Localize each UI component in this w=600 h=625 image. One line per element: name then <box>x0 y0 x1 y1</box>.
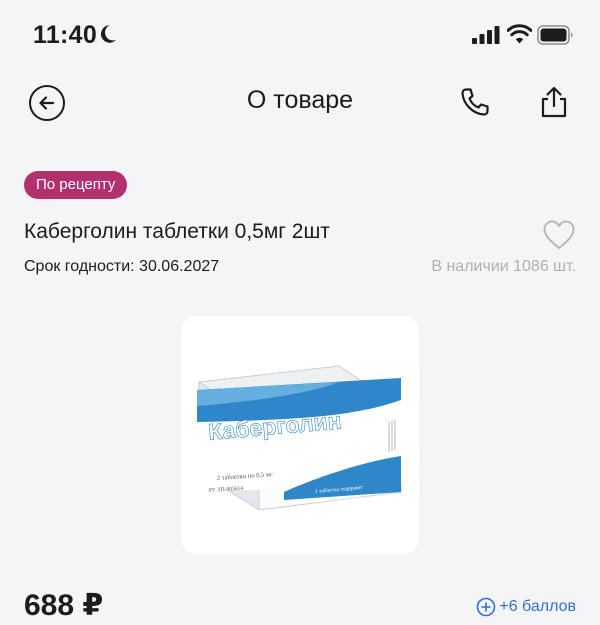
plus-circle-icon <box>477 597 496 617</box>
status-bar: 11:40 <box>0 0 600 70</box>
heart-icon[interactable] <box>542 219 576 251</box>
price: 688 ₽ <box>24 589 104 622</box>
status-time: 11:40 <box>33 21 98 49</box>
phone-icon[interactable] <box>459 86 491 118</box>
wifi-icon <box>507 24 532 44</box>
share-icon[interactable] <box>538 85 570 119</box>
signal-icon <box>472 26 500 44</box>
product-package-image: Каберголин 2 таблетки по 0,5 мг РУ ЛП-00… <box>197 365 402 510</box>
product-title: Каберголин таблетки 0,5мг 2шт <box>24 220 330 243</box>
bonus-points-label: +6 баллов <box>499 598 576 615</box>
moon-icon <box>100 25 117 43</box>
battery-icon <box>537 25 573 45</box>
product-image-card[interactable]: Каберголин 2 таблетки по 0,5 мг РУ ЛП-00… <box>181 316 419 554</box>
prescription-badge: По рецепту <box>24 171 128 199</box>
bonus-points-button[interactable]: +6 баллов <box>476 597 576 617</box>
product-screen: 11:40 О товаре По рецепту Каберголин таб… <box>0 0 600 625</box>
expiry-date: Срок годности: 30.06.2027 <box>24 258 220 275</box>
page-title: О товаре <box>246 86 354 114</box>
stock-status: В наличии 1086 шт. <box>431 258 576 275</box>
